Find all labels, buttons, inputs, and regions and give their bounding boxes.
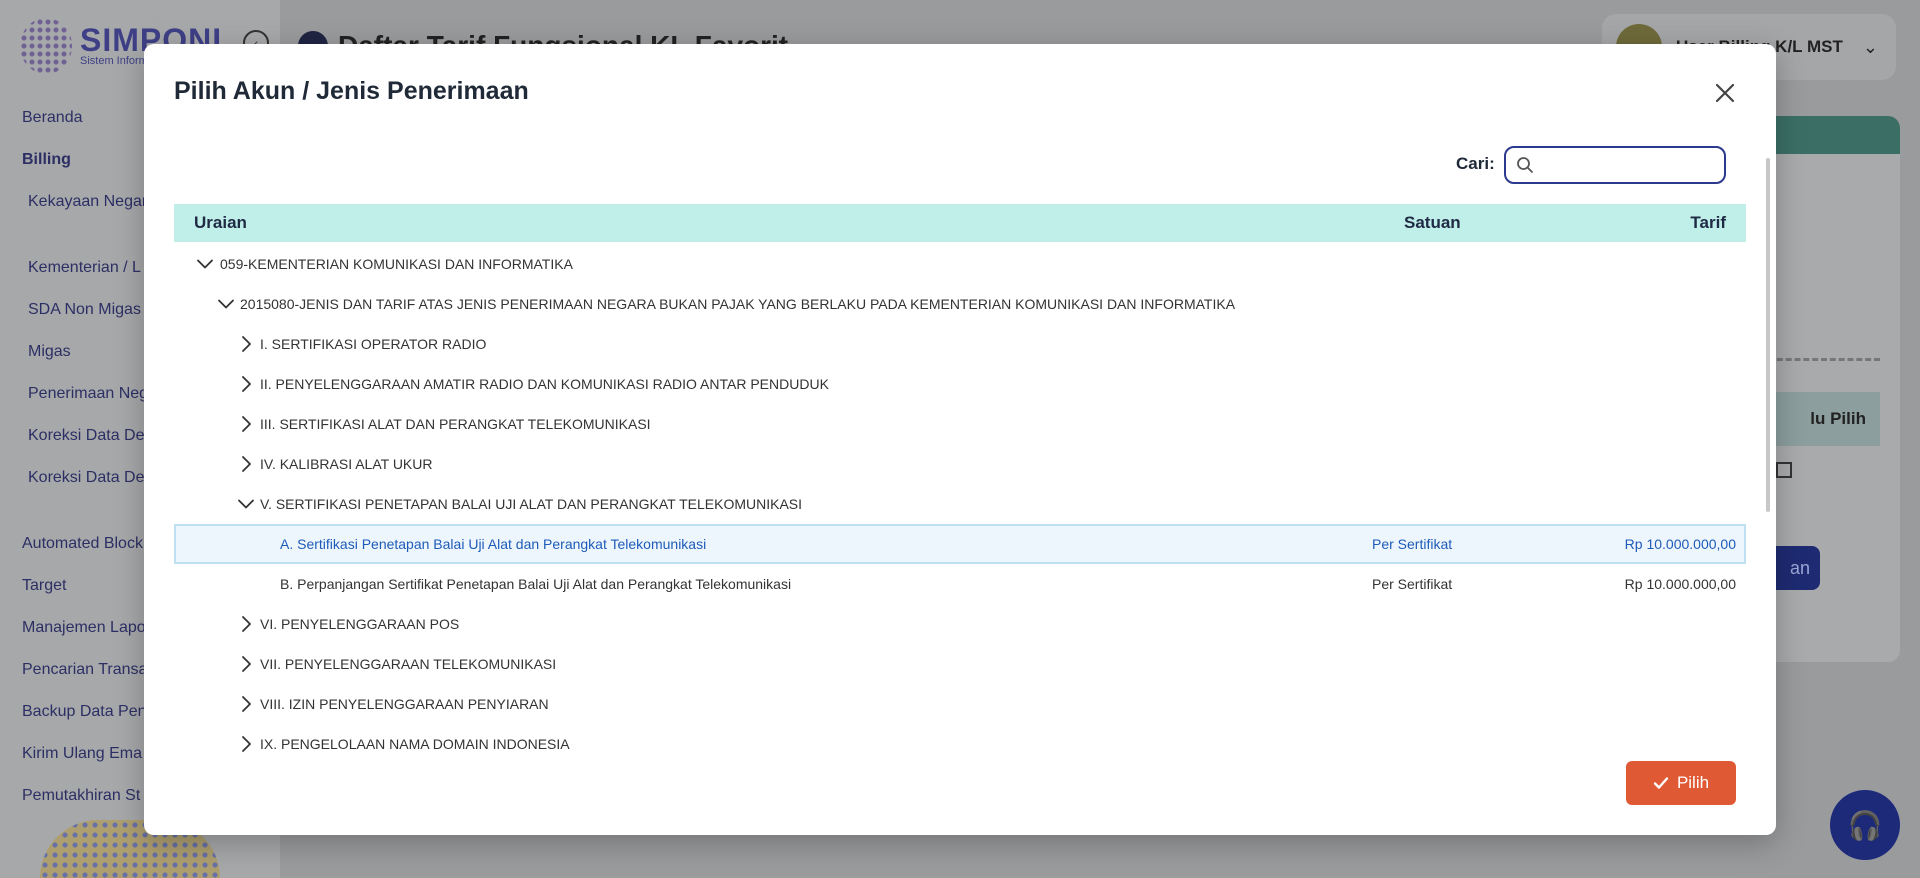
column-header-uraian: Uraian <box>194 213 247 232</box>
chevron-right-icon[interactable] <box>235 373 257 395</box>
table-row[interactable]: IV. KALIBRASI ALAT UKUR <box>174 444 1746 484</box>
chevron-right-icon[interactable] <box>235 693 257 715</box>
table-row[interactable]: A. Sertifikasi Penetapan Balai Uji Alat … <box>174 524 1746 564</box>
table-row[interactable]: IX. PENGELOLAAN NAMA DOMAIN INDONESIA <box>174 724 1746 764</box>
row-label: I. SERTIFIKASI OPERATOR RADIO <box>260 336 487 352</box>
pilih-button-label: Pilih <box>1676 773 1710 792</box>
table-header: Uraian Satuan Tarif <box>174 204 1746 242</box>
row-label: IX. PENGELOLAAN NAMA DOMAIN INDONESIA <box>260 736 570 752</box>
table-row[interactable]: II. PENYELENGGARAAN AMATIR RADIO DAN KOM… <box>174 364 1746 404</box>
chevron-right-icon[interactable] <box>235 613 257 635</box>
row-label: III. SERTIFIKASI ALAT DAN PERANGKAT TELE… <box>260 416 651 432</box>
row-label: II. PENYELENGGARAAN AMATIR RADIO DAN KOM… <box>260 376 829 392</box>
search-label: Cari: <box>1456 154 1495 173</box>
search-field[interactable] <box>1504 146 1726 184</box>
logo-mark-icon <box>20 18 72 74</box>
check-icon <box>1653 777 1669 789</box>
search-icon <box>1517 157 1533 173</box>
row-label: V. SERTIFIKASI PENETAPAN BALAI UJI ALAT … <box>260 496 803 512</box>
select-account-modal: Pilih Akun / Jenis Penerimaan Cari: Urai… <box>144 44 1776 835</box>
row-tarif: Rp 10.000.000,00 <box>1624 536 1736 552</box>
chevron-down-icon[interactable] <box>194 253 216 275</box>
row-label: VII. PENYELENGGARAAN TELEKOMUNIKASI <box>260 656 557 672</box>
table-row[interactable]: 2015080-JENIS DAN TARIF ATAS JENIS PENER… <box>174 284 1746 324</box>
close-icon <box>1715 83 1735 103</box>
background-card: lu Pilih an <box>1760 116 1900 662</box>
row-label: 2015080-JENIS DAN TARIF ATAS JENIS PENER… <box>240 296 1236 312</box>
chevron-right-icon[interactable] <box>235 733 257 755</box>
row-label: B. Perpanjangan Sertifikat Penetapan Bal… <box>280 576 792 592</box>
card-divider <box>1768 358 1880 361</box>
help-headset-icon[interactable]: 🎧 <box>1830 790 1900 860</box>
card-panel-label: lu Pilih <box>1760 392 1880 446</box>
card-checkbox[interactable] <box>1776 462 1792 478</box>
chevron-right-icon[interactable] <box>235 453 257 475</box>
chevron-right-icon[interactable] <box>235 333 257 355</box>
row-label: VI. PENYELENGGARAAN POS <box>260 616 460 632</box>
table-row[interactable]: V. SERTIFIKASI PENETAPAN BALAI UJI ALAT … <box>174 484 1746 524</box>
table-row[interactable]: VI. PENYELENGGARAAN POS <box>174 604 1746 644</box>
row-satuan: Per Sertifikat <box>1372 576 1453 592</box>
row-tarif: Rp 10.000.000,00 <box>1624 576 1736 592</box>
column-header-tarif: Tarif <box>1690 213 1726 232</box>
card-header <box>1760 116 1900 154</box>
table-row[interactable]: B. Perpanjangan Sertifikat Penetapan Bal… <box>174 564 1746 604</box>
chevron-down-icon: ⌄ <box>1862 36 1878 57</box>
row-label: A. Sertifikasi Penetapan Balai Uji Alat … <box>280 536 707 552</box>
table-row[interactable]: III. SERTIFIKASI ALAT DAN PERANGKAT TELE… <box>174 404 1746 444</box>
table-row[interactable]: 059-KEMENTERIAN KOMUNIKASI DAN INFORMATI… <box>174 244 1746 284</box>
row-label: VIII. IZIN PENYELENGGARAAN PENYIARAN <box>260 696 549 712</box>
search-input[interactable] <box>1540 156 1720 174</box>
table-row[interactable]: I. SERTIFIKASI OPERATOR RADIO <box>174 324 1746 364</box>
chevron-right-icon[interactable] <box>235 413 257 435</box>
row-satuan: Per Sertifikat <box>1372 536 1453 552</box>
close-button[interactable] <box>1710 78 1740 108</box>
row-label: IV. KALIBRASI ALAT UKUR <box>260 456 433 472</box>
tree-table: 059-KEMENTERIAN KOMUNIKASI DAN INFORMATI… <box>174 244 1746 764</box>
chevron-right-icon[interactable] <box>235 653 257 675</box>
row-label: 059-KEMENTERIAN KOMUNIKASI DAN INFORMATI… <box>220 256 573 272</box>
table-row[interactable]: VIII. IZIN PENYELENGGARAAN PENYIARAN <box>174 684 1746 724</box>
modal-title: Pilih Akun / Jenis Penerimaan <box>174 77 529 105</box>
modal-scrollbar[interactable] <box>1766 158 1770 512</box>
column-header-satuan: Satuan <box>1404 213 1461 232</box>
pilih-button[interactable]: Pilih <box>1626 761 1736 805</box>
chevron-down-icon[interactable] <box>215 293 237 315</box>
table-row[interactable]: VII. PENYELENGGARAAN TELEKOMUNIKASI <box>174 644 1746 684</box>
chevron-down-icon[interactable] <box>235 493 257 515</box>
